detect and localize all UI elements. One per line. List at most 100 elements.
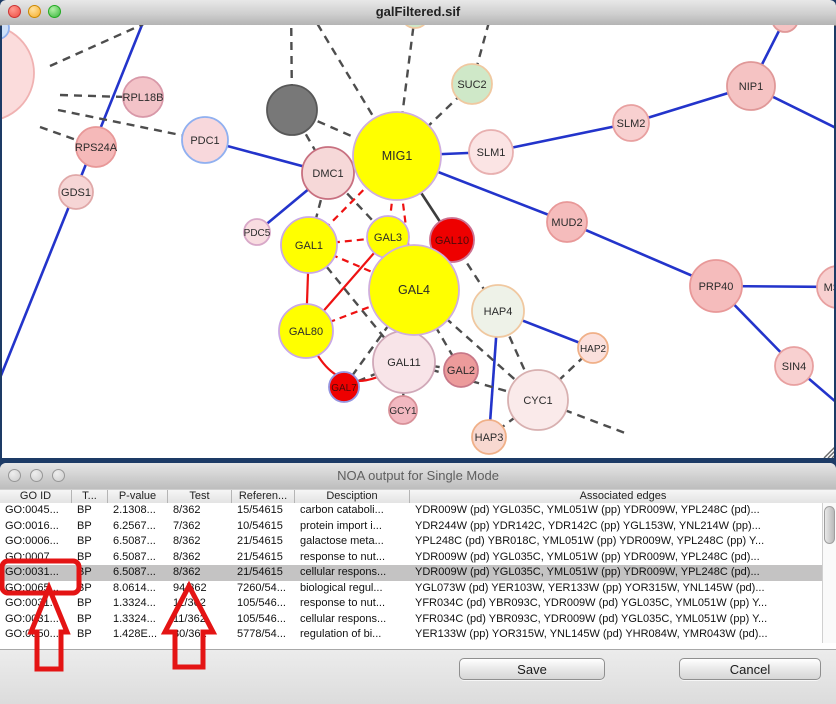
table-cell: GO:0045... — [0, 503, 72, 519]
table-cell: 6.5087... — [108, 565, 168, 581]
column-header[interactable]: Test — [168, 490, 232, 503]
column-header[interactable]: Desciption — [295, 490, 410, 503]
node-label: GAL3 — [374, 232, 402, 244]
node-label: GCY1 — [389, 406, 417, 417]
table-row[interactable]: GO:0031...BP1.3324...11/362105/546...cel… — [0, 612, 822, 628]
table-cell: 6.5087... — [108, 550, 168, 566]
node-label: GDS1 — [61, 187, 91, 199]
table-row[interactable]: GO:0007...BP6.5087...8/36221/54615respon… — [0, 550, 822, 566]
table-cell: GO:0007... — [0, 550, 72, 566]
node-label: SLM1 — [477, 147, 506, 159]
vertical-scrollbar[interactable] — [822, 503, 836, 643]
node-label: HAP2 — [580, 344, 607, 355]
node-label: DMC1 — [312, 168, 343, 180]
table-row[interactable]: GO:0045...BP2.1308...8/36215/54615carbon… — [0, 503, 822, 519]
table-cell: YDR009W (pd) YGL035C, YML051W (pp) YDR00… — [410, 503, 822, 519]
network-graph[interactable]: RPL18BRPS24AGDS1PDC1DMC1SUC2MIG1SLM1SLM2… — [2, 25, 834, 458]
node-label: GAL1 — [295, 240, 323, 252]
table-cell: 21/54615 — [232, 565, 295, 581]
table-cell: 80/362 — [168, 627, 232, 643]
table-cell: GO:0031... — [0, 596, 72, 612]
table-cell: YDR244W (pp) YDR142C, YDR142C (pp) YGL15… — [410, 519, 822, 535]
noa-window-titlebar[interactable]: NOA output for Single Mode — [0, 463, 836, 490]
table-cell: 8/362 — [168, 550, 232, 566]
table-cell: GO:0031... — [0, 612, 72, 628]
table-row[interactable]: GO:0065...BP8.0614...94/3627260/54...bio… — [0, 581, 822, 597]
table-cell: 10/54615 — [232, 519, 295, 535]
table-body: GO:0045...BP2.1308...8/36215/54615carbon… — [0, 503, 822, 643]
table-cell: 105/546... — [232, 612, 295, 628]
table-header[interactable]: GO IDT...P-valueTestReferen...Desciption… — [0, 489, 836, 504]
table-cell: YDR009W (pd) YGL035C, YML051W (pp) YDR00… — [410, 550, 822, 566]
table-cell: 7/362 — [168, 519, 232, 535]
column-header[interactable]: P-value — [108, 490, 168, 503]
table-cell: 1.3324... — [108, 612, 168, 628]
column-header[interactable]: GO ID — [0, 490, 72, 503]
node-label: SIN4 — [782, 361, 806, 373]
button-bar: Save Cancel — [0, 649, 836, 704]
scrollbar-thumb[interactable] — [824, 506, 835, 544]
table-cell: 105/546... — [232, 596, 295, 612]
network-window-titlebar[interactable]: galFiltered.sif — [0, 0, 836, 26]
table-cell: YDR009W (pd) YGL035C, YML051W (pp) YDR00… — [410, 565, 822, 581]
table-cell: BP — [72, 612, 108, 628]
table-cell: BP — [72, 627, 108, 643]
network-canvas[interactable]: RPL18BRPS24AGDS1PDC1DMC1SUC2MIG1SLM1SLM2… — [2, 25, 834, 458]
column-header[interactable]: Referen... — [232, 490, 295, 503]
table-cell: 1.3324... — [108, 596, 168, 612]
column-header[interactable]: T... — [72, 490, 108, 503]
node-label: RPS24A — [75, 142, 118, 154]
table-cell: 21/54615 — [232, 550, 295, 566]
table-cell: 15/54615 — [232, 503, 295, 519]
table-cell: 1.428E... — [108, 627, 168, 643]
table-row[interactable]: GO:0050...BP1.428E...80/3625778/54...reg… — [0, 627, 822, 643]
node-label: CYC1 — [523, 395, 552, 407]
table-row[interactable]: GO:0006...BP6.5087...8/36221/54615galact… — [0, 534, 822, 550]
node-label: MSL1 — [824, 282, 834, 294]
node-label: GAL10 — [435, 235, 469, 247]
table-cell: 11/362 — [168, 612, 232, 628]
table-cell: 6.2567... — [108, 519, 168, 535]
table-cell: YFR034C (pd) YBR093C, YDR009W (pd) YGL03… — [410, 596, 822, 612]
network-node[interactable] — [267, 85, 317, 135]
table-cell: GO:0031... — [0, 565, 72, 581]
cancel-button[interactable]: Cancel — [679, 658, 821, 680]
table-row[interactable]: GO:0016...BP6.2567...7/36210/54615protei… — [0, 519, 822, 535]
table-cell: BP — [72, 534, 108, 550]
table-row[interactable]: GO:0031...BP1.3324...11/362105/546...res… — [0, 596, 822, 612]
table-cell: GO:0065... — [0, 581, 72, 597]
table-cell: GO:0016... — [0, 519, 72, 535]
node-label: PDC1 — [190, 135, 219, 147]
node-label: NIP1 — [739, 81, 763, 93]
table-cell: 5778/54... — [232, 627, 295, 643]
table-cell: 7260/54... — [232, 581, 295, 597]
table-cell: cellular respons... — [295, 565, 410, 581]
table-cell: 94/362 — [168, 581, 232, 597]
table-cell: protein import i... — [295, 519, 410, 535]
results-table: GO IDT...P-valueTestReferen...Desciption… — [0, 489, 836, 650]
table-cell: 8/362 — [168, 565, 232, 581]
table-cell: response to nut... — [295, 550, 410, 566]
table-cell: BP — [72, 565, 108, 581]
node-label: MIG1 — [382, 149, 413, 163]
network-window: galFiltered.sif RPL18B RPS24A GDS1 PDC1 DMC1… — [0, 0, 836, 458]
network-edge[interactable] — [50, 25, 197, 66]
table-cell: 8/362 — [168, 503, 232, 519]
node-label: HAP4 — [484, 306, 513, 318]
network-node[interactable] — [772, 25, 798, 32]
table-cell: 2.1308... — [108, 503, 168, 519]
network-edge[interactable] — [60, 95, 126, 97]
save-button[interactable]: Save — [459, 658, 605, 680]
network-node[interactable] — [401, 25, 429, 28]
node-label: SUC2 — [457, 79, 486, 91]
table-row[interactable]: GO:0031...BP6.5087...8/36221/54615cellul… — [0, 565, 822, 581]
table-cell: BP — [72, 596, 108, 612]
table-cell: YGL073W (pd) YER103W, YER133W (pp) YOR31… — [410, 581, 822, 597]
table-cell: BP — [72, 581, 108, 597]
table-cell: 6.5087... — [108, 534, 168, 550]
node-label: RPL18B — [123, 92, 164, 104]
table-cell: 21/54615 — [232, 534, 295, 550]
network-node[interactable] — [2, 25, 34, 121]
column-header[interactable]: Associated edges — [410, 490, 836, 503]
noa-output-window: NOA output for Single Mode GO IDT...P-va… — [0, 463, 836, 704]
